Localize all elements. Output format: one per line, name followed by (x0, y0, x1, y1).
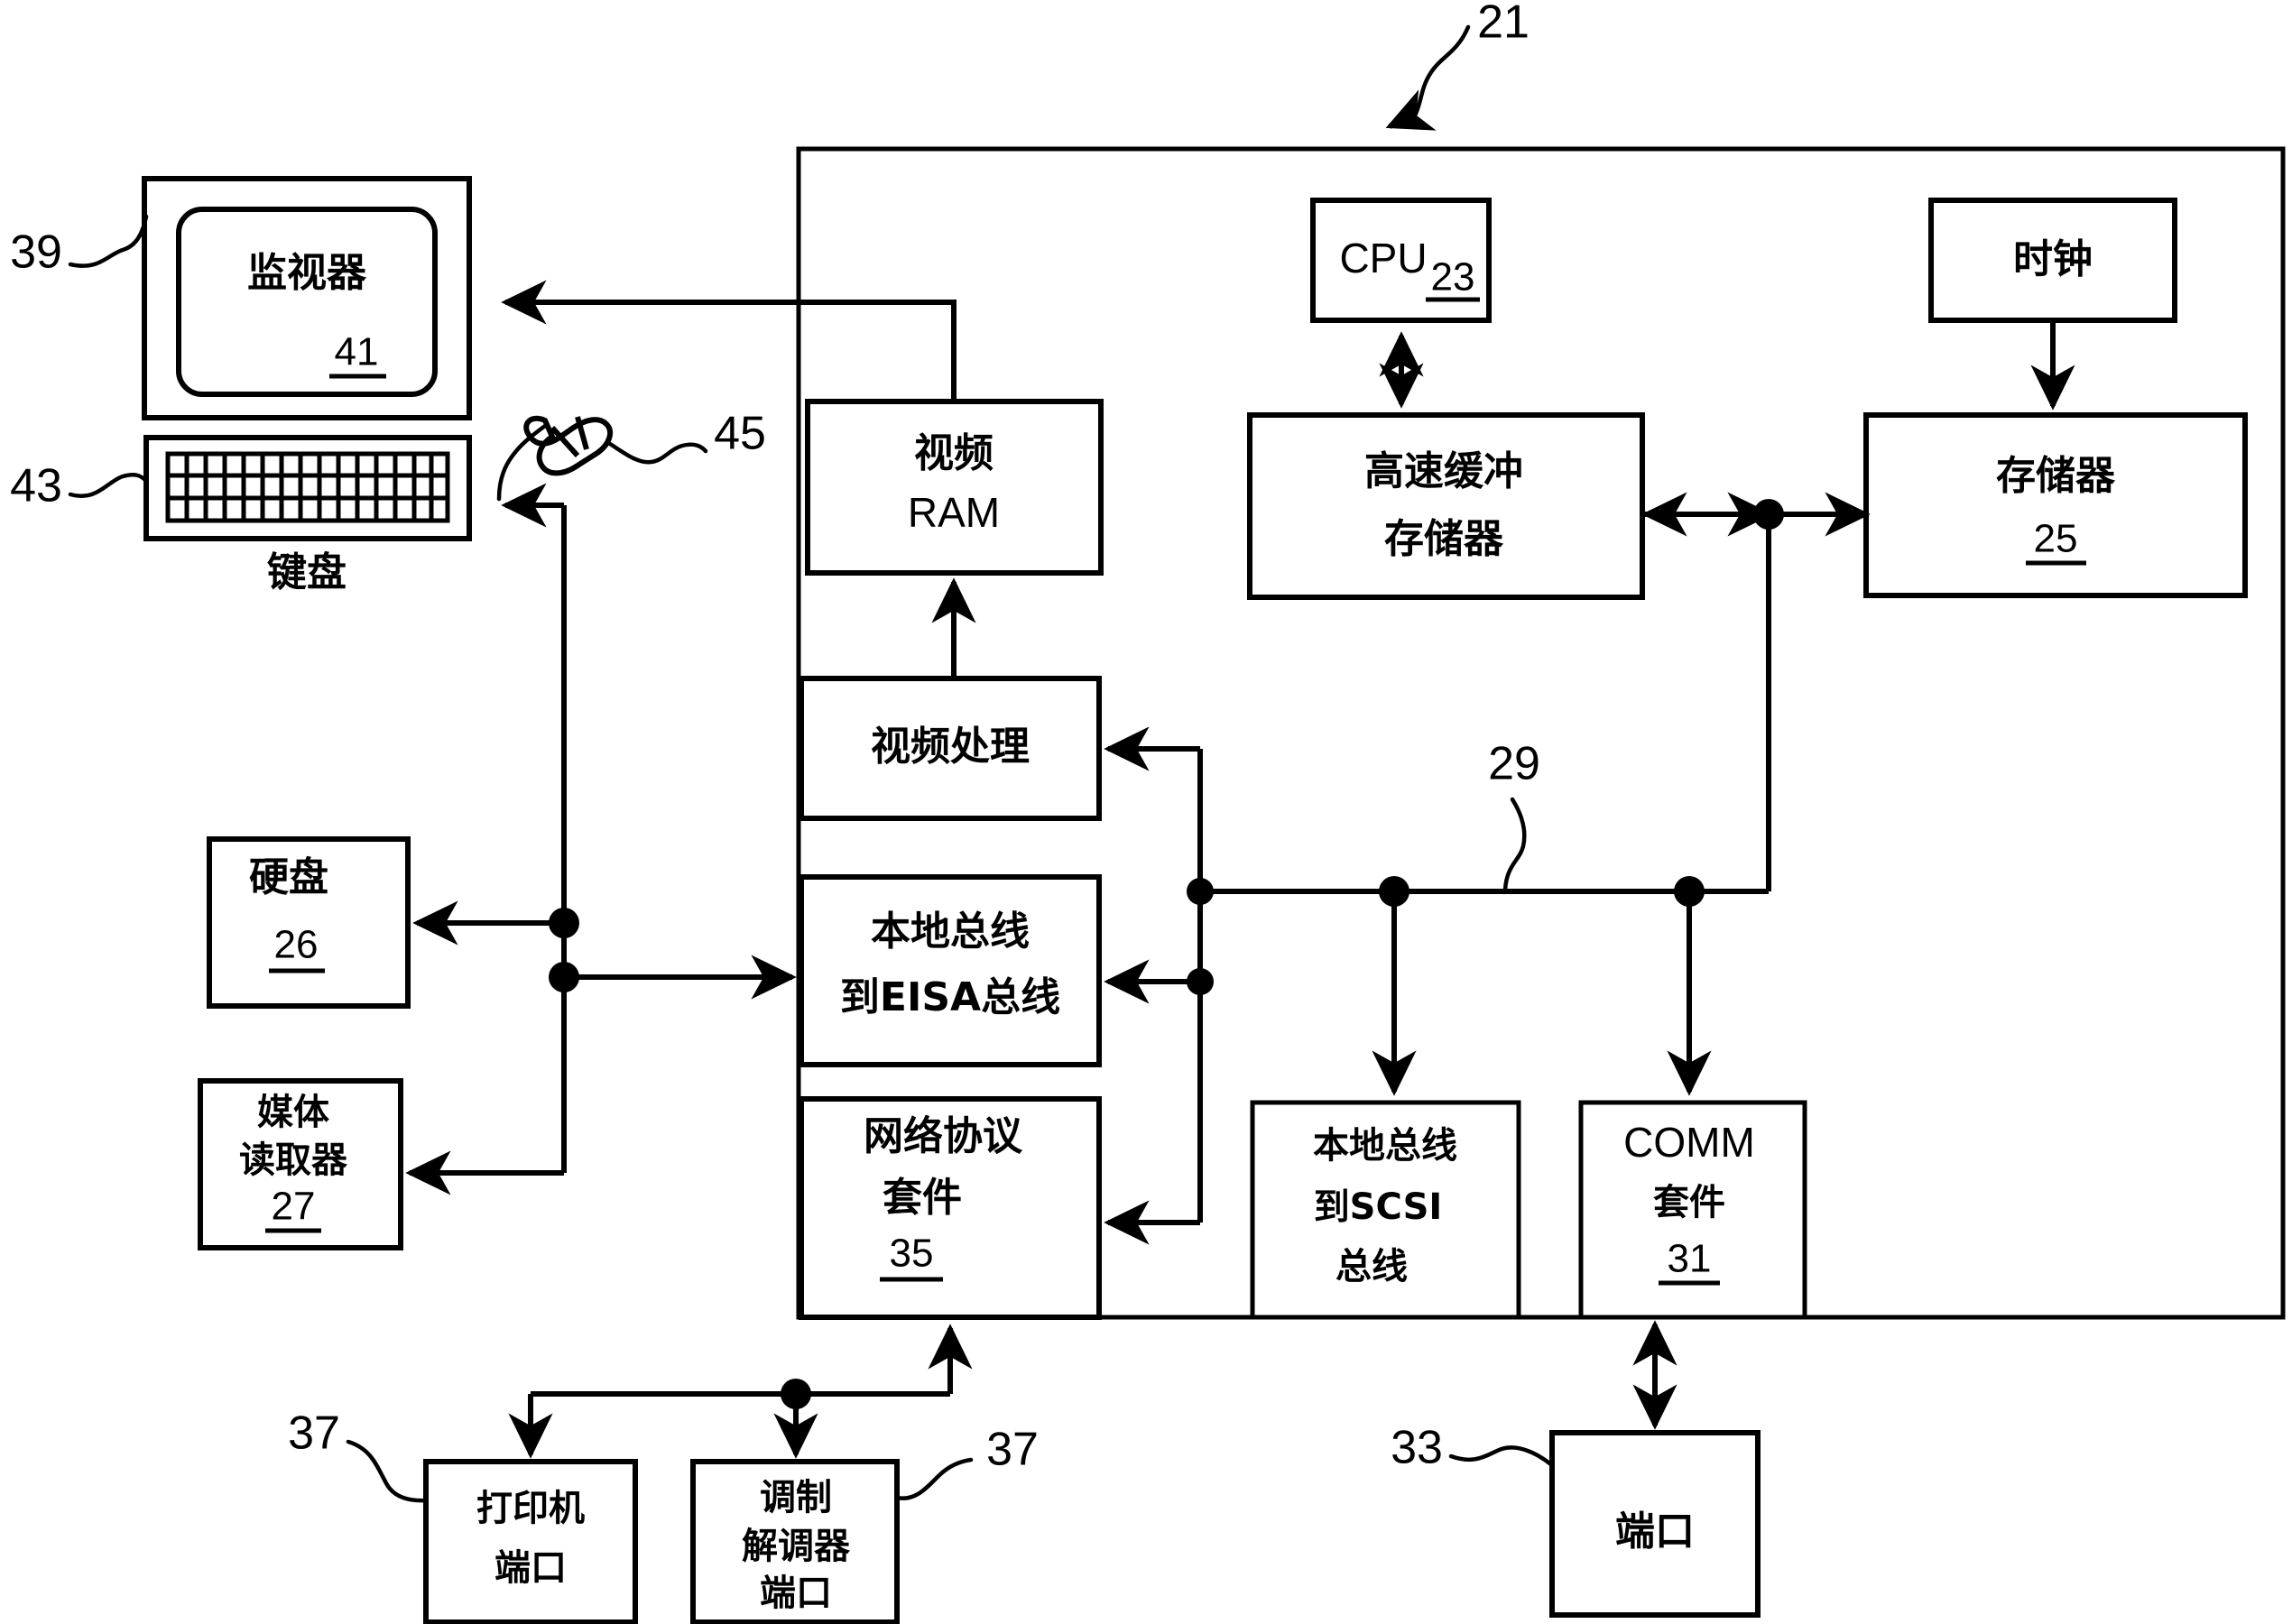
comm-suite-ref: 31 (1668, 1237, 1712, 1281)
wire-left-peripheral-trunk (405, 483, 797, 1195)
network-protocol-box: 网络协议 套件 35 (799, 1096, 1102, 1320)
cache-line2: 存储器 (1384, 516, 1504, 562)
printer-port-line1: 打印机 (476, 1488, 585, 1529)
wire-bus-to-memory-row (1642, 492, 1871, 891)
callout-29: 29 (1488, 738, 1540, 892)
video-ram-line1: 视频 (914, 430, 994, 476)
junction-dot-localbus-eisa (1187, 968, 1214, 995)
callout-37-printer: 37 (288, 1407, 429, 1503)
callout-21: 21 (1385, 0, 1530, 131)
video-ram-rect (805, 399, 1104, 576)
memory-label: 存储器 (1996, 453, 2116, 499)
comm-suite-box: COMM 套件 31 (1578, 1100, 1807, 1320)
port-box: 端口 (1549, 1430, 1761, 1618)
media-reader-ref: 27 (272, 1185, 316, 1229)
callout-33-label: 33 (1391, 1422, 1443, 1474)
local-to-scsi-line1: 本地总线 (1313, 1125, 1457, 1167)
memory-box: 存储器 25 (1863, 412, 2248, 598)
cpu-ref: 23 (1431, 255, 1475, 300)
monitor-assembly: 监视器 41 (142, 176, 472, 420)
callout-33: 33 (1391, 1422, 1555, 1474)
callout-37-printer-label: 37 (288, 1407, 340, 1460)
callout-21-label: 21 (1477, 0, 1530, 49)
callout-39: 39 (10, 214, 149, 279)
modem-port-line2: 解调器 (742, 1526, 851, 1567)
keyboard-keys-area (165, 451, 450, 523)
cache-line1: 高速缓冲 (1364, 448, 1523, 494)
wire-vram-to-monitor (501, 280, 957, 401)
wire-local-bus-horizontal (1200, 876, 1769, 907)
video-ram-box: 视频 RAM (805, 399, 1104, 576)
comm-suite-line2: 套件 (1653, 1182, 1725, 1223)
modem-port-line1: 调制 (760, 1477, 832, 1518)
local-to-eisa-line1: 本地总线 (871, 909, 1030, 955)
video-processing-label: 视频处理 (871, 724, 1030, 770)
local-to-scsi-line3: 总线 (1335, 1246, 1408, 1287)
monitor-ref: 41 (335, 330, 379, 374)
cache-memory-box: 高速缓冲 存储器 (1247, 412, 1645, 600)
keyboard-caption: 键盘 (267, 549, 347, 595)
hard-disk-box: 硬盘 26 (207, 836, 411, 1009)
callout-43-label: 43 (10, 460, 62, 512)
callout-43: 43 (10, 460, 149, 512)
media-reader-line2: 读取器 (239, 1140, 348, 1181)
patent-figure: 21 监视器 41 39 键盘 43 45 硬盘 26 媒体 读取器 27 视频… (0, 0, 2292, 1624)
video-ram-line2: RAM (908, 489, 1000, 536)
modem-port-line3: 端口 (760, 1573, 832, 1614)
printer-port-box: 打印机 端口 (423, 1459, 638, 1624)
keyboard-assembly: 键盘 (143, 435, 472, 595)
network-protocol-line2: 套件 (883, 1175, 962, 1221)
local-to-eisa-box: 本地总线 到EISA总线 (799, 874, 1102, 1067)
local-to-eisa-line2: 到EISA总线 (840, 974, 1060, 1020)
junction-dot-modem-branch (781, 1379, 811, 1409)
callout-29-label: 29 (1488, 738, 1540, 790)
clock-box: 时钟 (1928, 198, 2177, 323)
modem-port-box: 调制 解调器 端口 (690, 1459, 900, 1624)
local-to-scsi-box: 本地总线 到SCSI 总线 (1250, 1100, 1521, 1320)
cpu-label: CPU (1339, 235, 1427, 281)
local-to-eisa-rect (799, 874, 1102, 1067)
monitor-screen (176, 207, 438, 397)
callout-37-modem: 37 (894, 1424, 1039, 1500)
local-to-scsi-line2: 到SCSI (1314, 1186, 1443, 1228)
printer-port-line2: 端口 (494, 1547, 567, 1589)
media-reader-line1: 媒体 (257, 1092, 329, 1133)
callout-39-label: 39 (10, 226, 62, 279)
network-protocol-line1: 网络协议 (864, 1113, 1023, 1159)
callout-37-modem-label: 37 (986, 1424, 1039, 1476)
clock-label: 时钟 (2013, 236, 2093, 282)
wire-network-bottom (508, 1324, 973, 1459)
media-reader-box: 媒体 读取器 27 (198, 1078, 403, 1250)
wire-localbus-vertical-left (1104, 726, 1214, 1245)
hard-disk-label: 硬盘 (249, 854, 328, 900)
callout-45-label: 45 (714, 408, 766, 460)
comm-suite-line1: COMM (1623, 1119, 1755, 1166)
port-label: 端口 (1615, 1509, 1695, 1555)
cpu-box: CPU 23 (1310, 198, 1492, 323)
video-processing-box: 视频处理 (799, 676, 1102, 821)
hard-disk-ref: 26 (274, 923, 319, 967)
mouse-assembly: 45 (496, 408, 766, 502)
printer-port-rect (423, 1459, 638, 1624)
network-protocol-ref: 35 (890, 1232, 934, 1276)
memory-rect (1863, 412, 2248, 598)
memory-ref: 25 (2034, 517, 2078, 561)
diagram-canvas: 21 监视器 41 39 键盘 43 45 硬盘 26 媒体 读取器 27 视频… (10, 0, 2286, 1624)
cache-memory-rect (1247, 412, 1645, 600)
monitor-label: 监视器 (247, 250, 367, 296)
junction-dot-memory-bus (1753, 499, 1784, 530)
